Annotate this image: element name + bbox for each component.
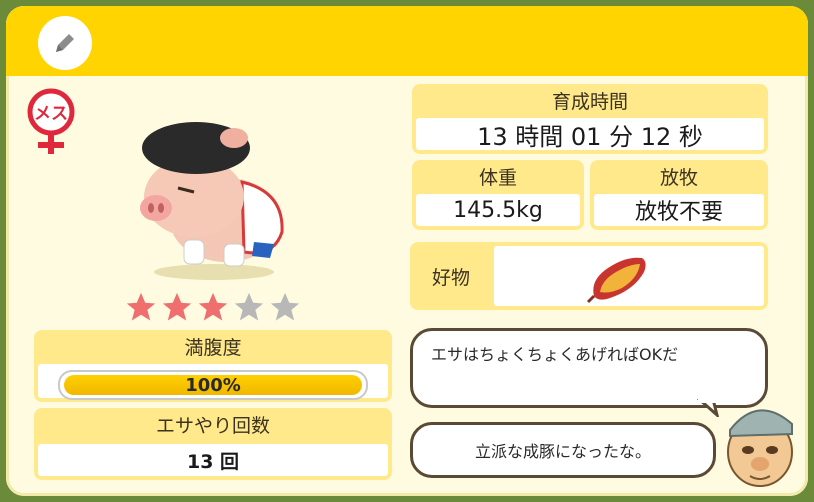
speech-tip-text: エサはちょくちょくあげればOKだ — [431, 345, 679, 364]
grazing-panel: 放牧 放牧不要 — [590, 160, 768, 230]
farmer-avatar — [718, 400, 798, 490]
satiety-bar: 100% — [58, 370, 368, 400]
speech-bubble-tip: エサはちょくちょくあげればOKだ — [410, 328, 768, 417]
gender-female-icon: メス — [24, 88, 78, 158]
satiety-bar-area: 100% — [38, 364, 388, 400]
feed-count-value: 13 回 — [38, 444, 388, 476]
edit-button[interactable] — [38, 16, 92, 70]
favorite-item-area — [494, 246, 764, 306]
header-bar — [6, 6, 808, 76]
grazing-label: 放牧 — [659, 166, 698, 189]
star-filled-icon — [198, 292, 228, 321]
grazing-value: 放牧不要 — [594, 194, 764, 226]
favorite-label: 好物 — [431, 266, 470, 289]
weight-panel: 体重 145.5kg — [412, 160, 584, 230]
speech-comment-text: 立派な成豚になったな。 — [474, 442, 651, 461]
weight-label: 体重 — [478, 166, 517, 189]
favorite-panel: 好物 — [410, 242, 768, 310]
raise-time-panel: 育成時間 13 時間 01 分 12 秒 — [412, 84, 768, 154]
pig-character-image — [134, 112, 294, 282]
star-empty-icon — [270, 292, 300, 321]
raise-time-value: 13 時間 01 分 12 秒 — [416, 118, 764, 151]
pig-status-window: メス 満腹度 100% エサやり回数 13 回 育成時間 13 時間 01 分 … — [6, 6, 808, 496]
satiety-label: 満腹度 — [184, 336, 242, 359]
gender-label: メス — [34, 104, 68, 124]
sweet-potato-icon — [586, 257, 646, 304]
feed-count-panel: エサやり回数 13 回 — [34, 408, 392, 480]
star-filled-icon — [162, 292, 192, 321]
weight-value: 145.5kg — [416, 194, 580, 226]
star-filled-icon — [126, 292, 156, 321]
star-empty-icon — [234, 292, 264, 321]
satiety-panel: 満腹度 100% — [34, 330, 392, 402]
feed-count-label: エサやり回数 — [155, 414, 270, 437]
raise-time-label: 育成時間 — [551, 90, 628, 113]
satiety-value: 100% — [185, 374, 241, 396]
pencil-icon — [56, 34, 74, 52]
rating-stars — [124, 290, 304, 326]
speech-bubble-comment: 立派な成豚になったな。 — [410, 422, 716, 478]
